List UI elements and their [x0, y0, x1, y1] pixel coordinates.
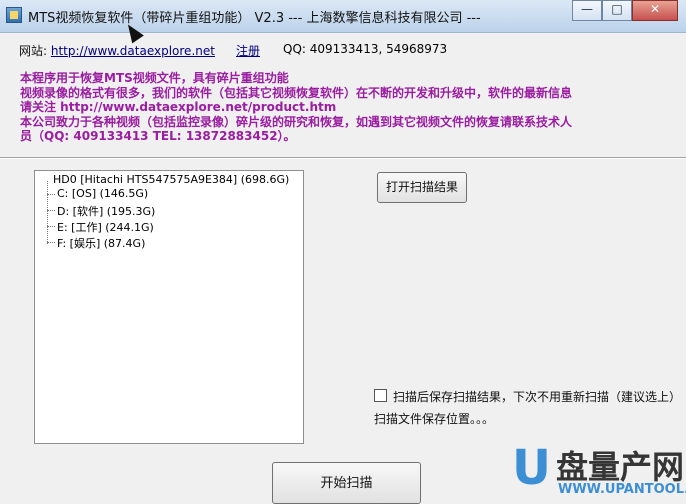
intro-line: 本公司致力于各种视频（包括监控录像）碎片级的研究和恢复，如遇到其它视频文件的恢复… — [20, 114, 573, 129]
drive-tree[interactable]: HD0 [Hitachi HTS547575A9E384] (698.6G) C… — [34, 170, 304, 444]
start-scan-button[interactable]: 开始扫描 — [272, 462, 421, 504]
website-row: 网站: http://www.dataexplore.net — [19, 42, 215, 59]
divider — [0, 157, 686, 158]
tree-connector — [47, 242, 55, 243]
tree-item-f[interactable]: F: [娱乐] (87.4G) — [57, 235, 145, 251]
save-scan-label: 扫描后保存扫描结果，下次不用重新扫描（建议选上） — [393, 390, 682, 404]
intro-line: 请关注 http://www.dataexplore.net/product.h… — [20, 100, 337, 114]
open-scan-result-button[interactable]: 打开扫描结果 — [377, 172, 467, 203]
tree-connector — [47, 194, 55, 195]
window-title: MTS视频恢复软件（带碎片重组功能） V2.3 --- 上海数擎信息科技有限公司… — [28, 11, 481, 26]
website-label: 网站: — [19, 44, 48, 58]
website-link[interactable]: http://www.dataexplore.net — [51, 44, 215, 58]
tree-item-d[interactable]: D: [软件] (195.3G) — [57, 203, 155, 219]
intro-line: 员（QQ: 409133413 TEL: 13872883452）。 — [20, 129, 296, 143]
app-window: MTS视频恢复软件（带碎片重组功能） V2.3 --- 上海数擎信息科技有限公司… — [0, 0, 686, 504]
title-bar[interactable]: MTS视频恢复软件（带碎片重组功能） V2.3 --- 上海数擎信息科技有限公司… — [0, 0, 686, 33]
maximize-button[interactable]: □ — [602, 0, 632, 21]
intro-text: 本程序用于恢复MTS视频文件，具有碎片重组功能 视频录像的格式有很多，我们的软件… — [20, 71, 660, 144]
qq-contact: QQ: 409133413, 54968973 — [283, 42, 448, 56]
tree-connector — [47, 181, 48, 244]
minimize-button[interactable]: — — [572, 0, 602, 21]
save-location-label[interactable]: 扫描文件保存位置。。。 — [374, 410, 494, 427]
save-scan-checkbox[interactable] — [374, 389, 387, 402]
tree-connector — [47, 226, 55, 227]
save-scan-checkbox-row[interactable]: 扫描后保存扫描结果，下次不用重新扫描（建议选上） — [374, 388, 681, 405]
intro-line: 本程序用于恢复MTS视频文件，具有碎片重组功能 — [20, 71, 289, 85]
watermark-logo: U 盘量产网 WWW.UPANTOOL.COM — [512, 440, 686, 504]
window-controls: — □ ✕ — [572, 0, 678, 21]
watermark-url: WWW.UPANTOOL.COM — [558, 482, 686, 497]
tree-root-hd0[interactable]: HD0 [Hitachi HTS547575A9E384] (698.6G) — [53, 173, 289, 186]
register-link[interactable]: 注册 — [236, 42, 260, 59]
tree-item-e[interactable]: E: [工作] (244.1G) — [57, 219, 154, 235]
app-icon — [6, 7, 22, 23]
watermark-u: U — [512, 440, 551, 496]
tree-connector — [47, 210, 55, 211]
close-button[interactable]: ✕ — [632, 0, 678, 21]
tree-item-c[interactable]: C: [OS] (146.5G) — [57, 187, 148, 200]
intro-line: 视频录像的格式有很多，我们的软件（包括其它视频恢复软件）在不断的开发和升级中，软… — [20, 85, 573, 100]
